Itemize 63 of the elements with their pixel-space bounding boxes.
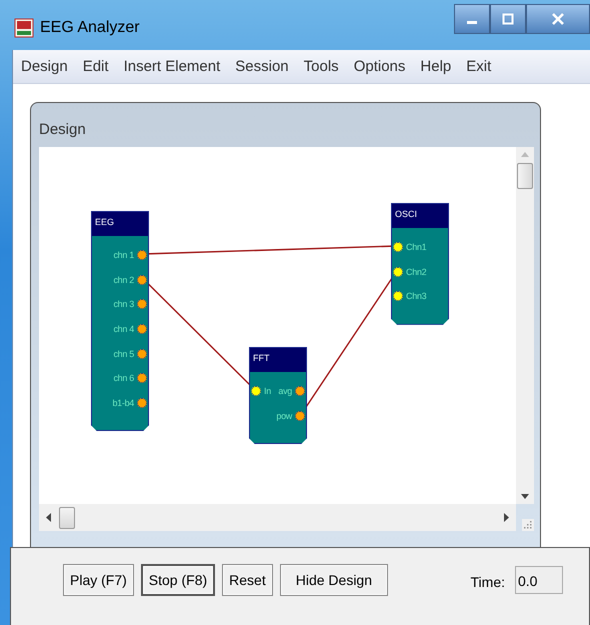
port-label: avg — [278, 386, 292, 396]
menu-item[interactable]: Exit — [466, 58, 492, 75]
menu-item[interactable]: Insert Element — [124, 58, 220, 75]
port-label: chn 4 — [113, 324, 134, 334]
menu-item[interactable]: Help — [420, 58, 452, 75]
resize-grip-icon[interactable] — [522, 519, 534, 531]
time-field[interactable]: 0.0 — [515, 566, 563, 594]
down-arrow-icon[interactable] — [521, 494, 529, 500]
port-label: Chn3 — [406, 291, 426, 302]
output-port[interactable] — [295, 386, 305, 396]
input-port[interactable] — [393, 266, 403, 277]
input-port[interactable] — [251, 386, 261, 396]
port-label: chn 2 — [113, 274, 134, 285]
menu-item[interactable]: Options — [354, 58, 406, 75]
node-title: EEG — [92, 212, 148, 236]
output-port[interactable] — [137, 299, 147, 310]
output-port[interactable] — [137, 373, 147, 384]
output-port[interactable] — [137, 324, 147, 334]
close-button[interactable] — [526, 4, 590, 34]
node-block[interactable]: EEG chn 1 chn 2 chn 3 chn 4 chn 5 chn 6 b1-b4 — [91, 211, 149, 432]
port-label: b1-b4 — [112, 398, 134, 408]
minimize-icon — [467, 21, 477, 24]
port-label: chn 6 — [113, 373, 134, 384]
node-title: FFT — [250, 348, 306, 372]
vertical-scrollbar[interactable] — [516, 147, 534, 504]
output-port[interactable] — [295, 410, 305, 421]
menu-item[interactable]: Tools — [304, 58, 339, 75]
horizontal-scrollbar[interactable] — [39, 504, 516, 531]
input-port[interactable] — [393, 291, 403, 302]
port-label: pow — [276, 410, 292, 421]
port-label: Chn2 — [406, 266, 426, 277]
toolbar-button[interactable]: Hide Design — [280, 564, 388, 596]
menu-item[interactable]: Edit — [82, 58, 109, 75]
port-label: chn 1 — [113, 250, 134, 260]
left-arrow-icon[interactable] — [45, 513, 51, 522]
port-label: chn 3 — [113, 299, 134, 310]
toolbar-button[interactable]: Reset — [222, 564, 273, 596]
port-label: Chn1 — [406, 242, 426, 252]
scroll-thumb[interactable] — [517, 163, 533, 189]
node-block[interactable]: OSCI Chn1 Chn2 Chn3 — [391, 203, 449, 325]
menu-item[interactable]: Session — [235, 58, 289, 75]
minimize-button[interactable] — [454, 4, 490, 34]
right-arrow-icon[interactable] — [504, 513, 510, 522]
input-port[interactable] — [393, 242, 403, 252]
output-port[interactable] — [137, 274, 147, 285]
output-port[interactable] — [137, 250, 147, 260]
panel-title: Design — [39, 121, 86, 138]
app-icon — [14, 18, 34, 38]
time-label: Time: — [470, 574, 505, 590]
menu-item[interactable]: Design — [21, 58, 68, 75]
window-title: EEG Analyzer — [40, 19, 140, 37]
port-label: chn 5 — [113, 348, 134, 359]
maximize-icon — [502, 13, 514, 25]
toolbar-button[interactable]: Stop (F8) — [140, 564, 216, 596]
node-title: OSCI — [392, 204, 448, 228]
node-block[interactable]: FFT In avg pow — [249, 347, 307, 444]
output-port[interactable] — [137, 398, 147, 408]
port-label: In — [264, 386, 271, 396]
toolbar-button[interactable]: Play (F7) — [63, 564, 134, 596]
close-icon — [551, 12, 565, 26]
output-port[interactable] — [137, 348, 147, 359]
maximize-button[interactable] — [490, 4, 526, 34]
scroll-thumb[interactable] — [59, 506, 75, 528]
